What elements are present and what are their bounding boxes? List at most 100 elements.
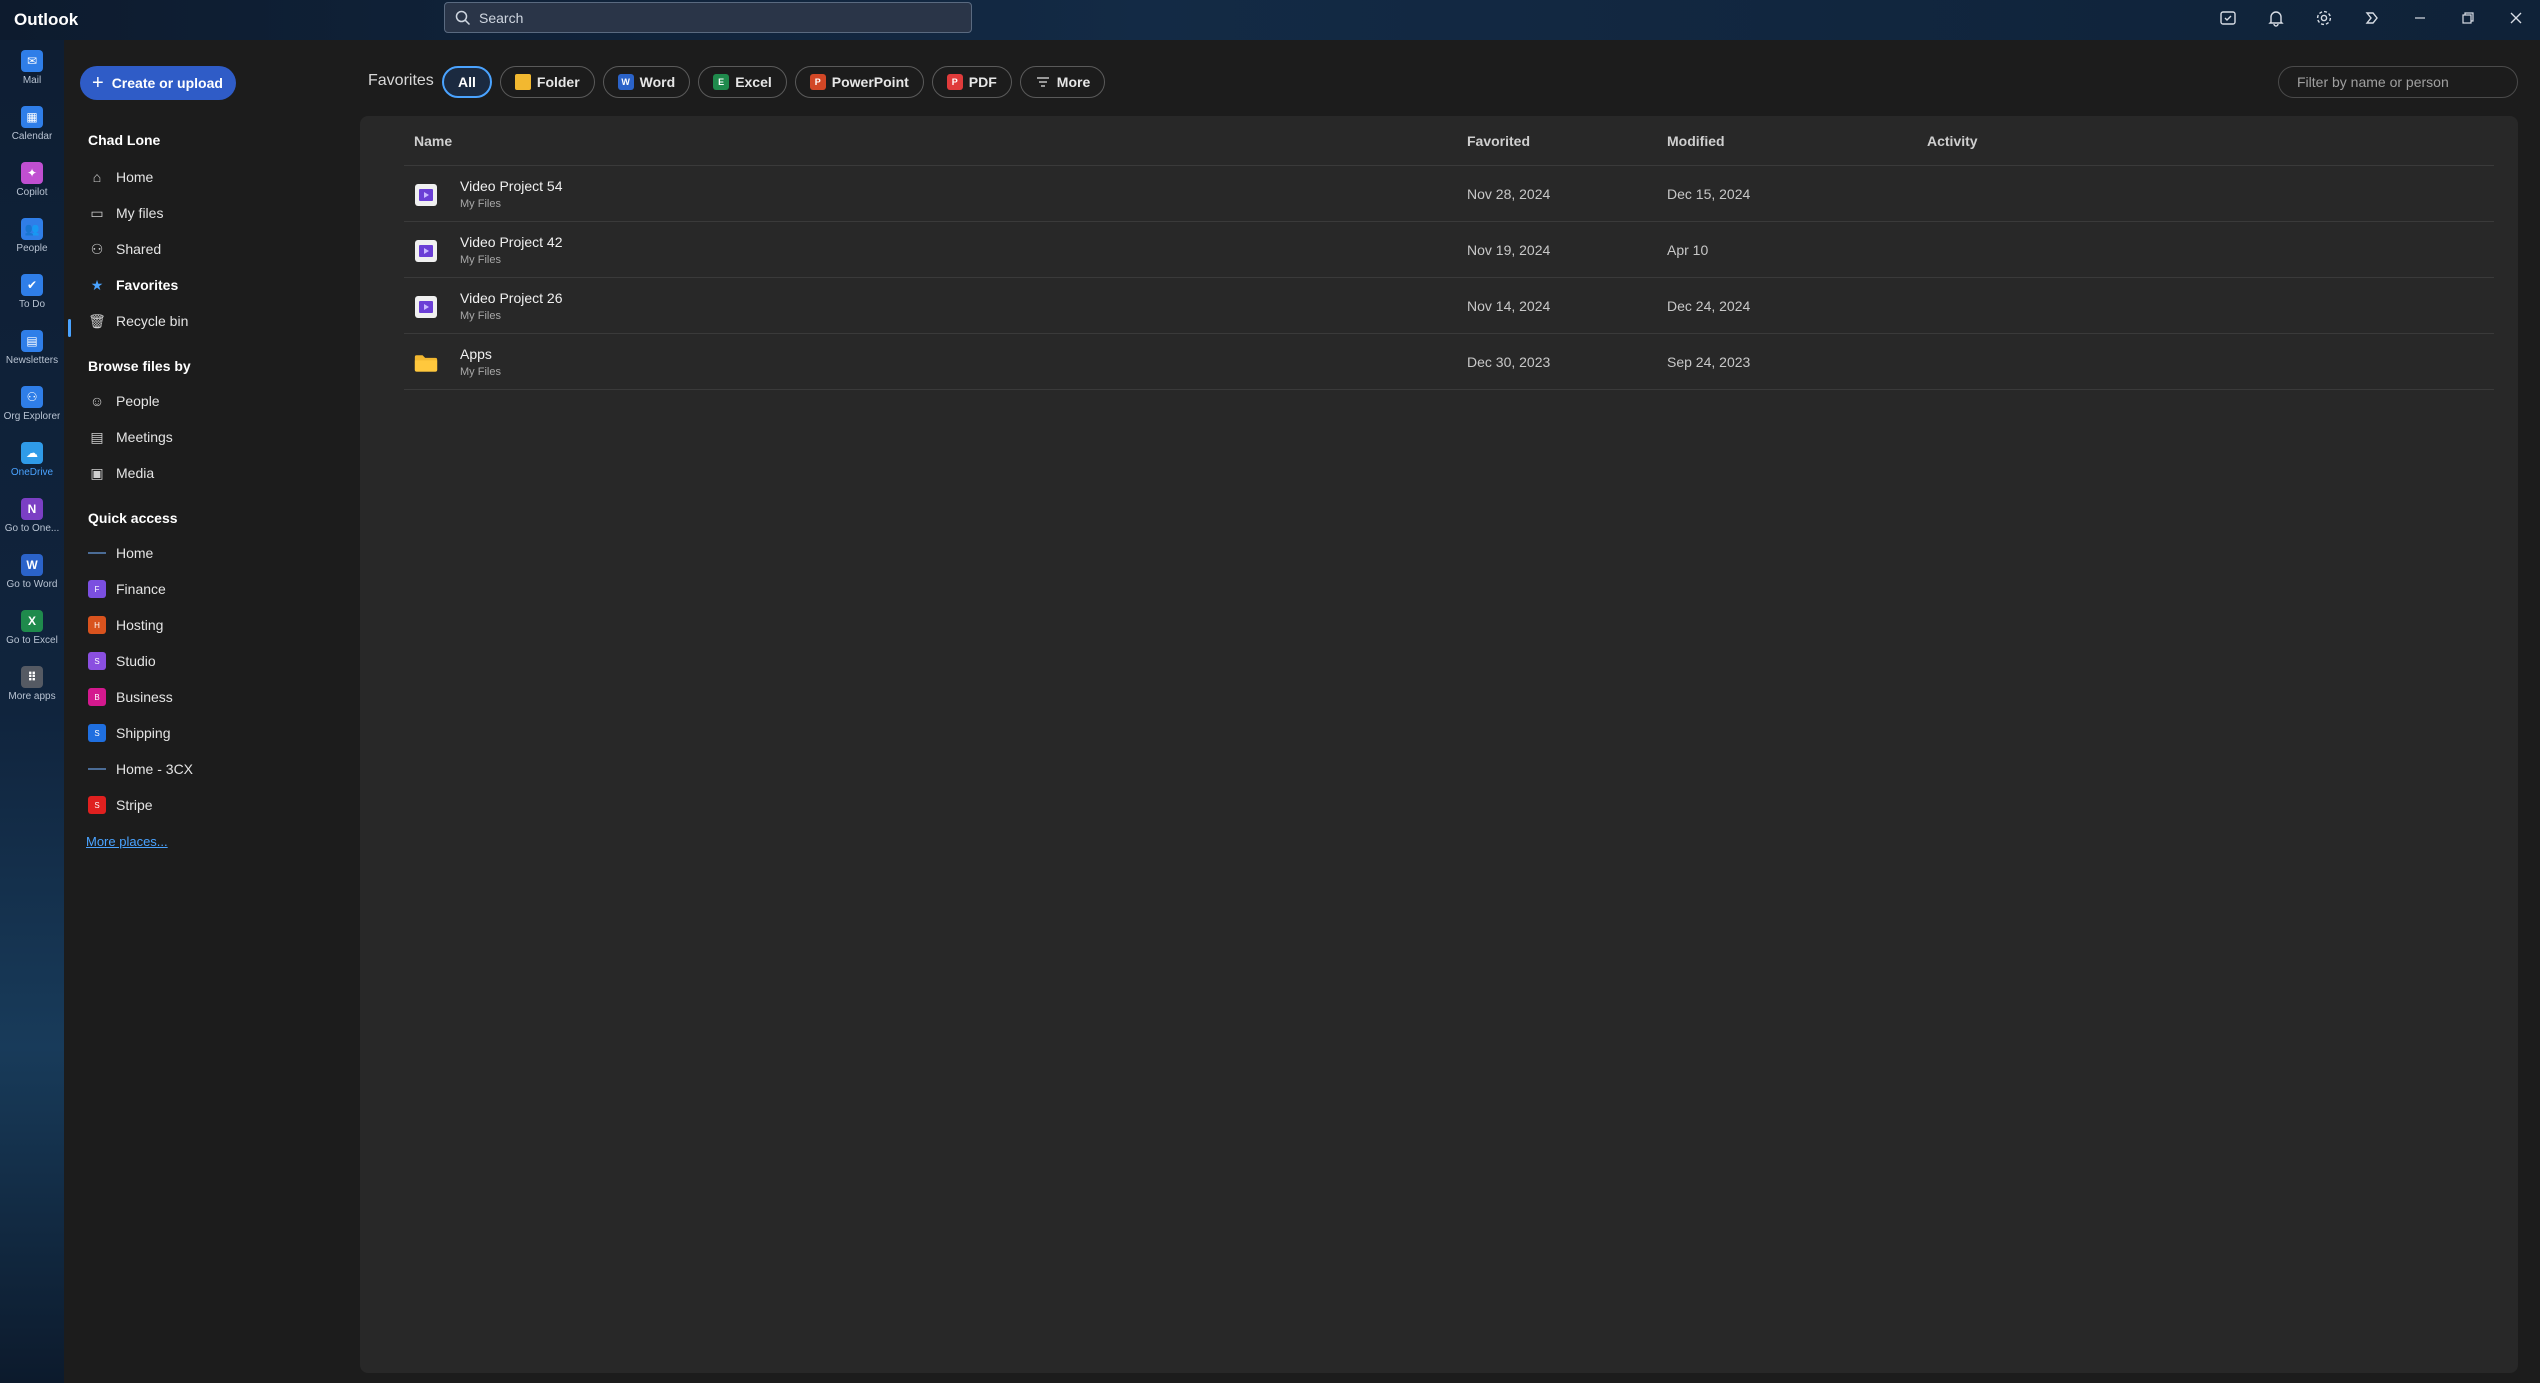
filter-chip-word[interactable]: W Word <box>602 66 691 98</box>
filter-by-name-input[interactable] <box>2278 66 2518 98</box>
nav-item-meetings[interactable]: ▤ Meetings <box>88 422 348 452</box>
table-row[interactable]: Video Project 42 My Files Nov 19, 2024 Apr … <box>404 222 2494 278</box>
site-line-icon <box>88 768 106 770</box>
filter-chip-label: Folder <box>536 74 580 90</box>
quick-access-home[interactable]: Home <box>88 538 348 568</box>
create-or-upload-button[interactable]: + Create or upload <box>80 66 236 100</box>
quick-access-business[interactable]: B Business <box>88 682 348 712</box>
rail-item-label: Calendar <box>11 131 53 142</box>
app-name: Outlook <box>14 10 79 29</box>
column-name[interactable]: Name <box>414 133 452 149</box>
quick-access-studio[interactable]: S Studio <box>88 646 348 676</box>
file-name[interactable]: Video Project 54 <box>460 178 562 194</box>
my-day-icon[interactable] <box>2204 0 2252 36</box>
filter-chip-label: Word <box>639 74 676 90</box>
close-icon[interactable] <box>2492 0 2540 36</box>
nav-item-label: People <box>116 393 160 409</box>
user-name: Chad Lone <box>88 132 161 148</box>
folder-icon: ▭ <box>90 204 104 221</box>
restore-icon[interactable] <box>2444 0 2492 36</box>
quick-access-shipping[interactable]: S Shipping <box>88 718 348 748</box>
column-favorited[interactable]: Favorited <box>1467 133 1530 149</box>
modified-date: Apr 10 <box>1667 242 1709 258</box>
more-apps-icon: ⠿ <box>21 666 43 688</box>
table-header: Name Favorited Modified Activity <box>404 116 2494 166</box>
rail-item-label: People <box>16 243 48 254</box>
filter-chip-folder[interactable]: Folder <box>499 66 595 98</box>
nav-item-home[interactable]: ⌂ Home <box>88 162 348 192</box>
titlebar-controls <box>2204 0 2540 36</box>
powerpoint-icon: P <box>809 74 826 90</box>
file-name[interactable]: Video Project 42 <box>460 234 562 250</box>
search-box[interactable]: Search <box>444 2 972 33</box>
rail-item-onedrive[interactable]: ☁ OneDrive <box>0 432 64 488</box>
filter-chip-label: More <box>1056 74 1091 90</box>
quick-access-label: Hosting <box>116 617 164 633</box>
minimize-icon[interactable] <box>2396 0 2444 36</box>
filter-icon <box>1035 74 1051 90</box>
nav-item-label: Recycle bin <box>116 313 189 329</box>
quick-access-label: Stripe <box>116 797 153 813</box>
nav-item-label: Home <box>116 169 154 185</box>
rail-item-label: Go to One... <box>4 523 60 534</box>
browse-files-title: Browse files by <box>88 358 191 374</box>
site-square-icon: S <box>88 724 106 742</box>
quick-access-label: Home <box>116 545 154 561</box>
rail-item-label: OneDrive <box>10 467 54 478</box>
nav-item-people[interactable]: ☺ People <box>88 386 348 416</box>
file-name[interactable]: Apps <box>460 346 492 362</box>
rail-item-calendar[interactable]: ▦ Calendar <box>0 96 64 152</box>
quick-access-stripe[interactable]: S Stripe <box>88 790 348 820</box>
table-row[interactable]: Apps My Files Dec 30, 2023 Sep 24, 2023 <box>404 334 2494 390</box>
rail-item-word[interactable]: W Go to Word <box>0 544 64 600</box>
nav-item-my-files[interactable]: ▭ My files <box>88 198 348 228</box>
rail-item-onenote[interactable]: N Go to One... <box>0 488 64 544</box>
file-location: My Files <box>460 310 501 322</box>
people-icon: 👥 <box>21 218 43 240</box>
site-icon: F <box>88 580 106 598</box>
column-modified[interactable]: Modified <box>1667 133 1725 149</box>
nav-item-recycle-bin[interactable]: 🗑 Recycle bin <box>88 306 348 336</box>
rail-item-people[interactable]: 👥 People <box>0 208 64 264</box>
quick-access-title: Quick access <box>88 510 178 526</box>
todo-icon: ✔ <box>21 274 43 296</box>
settings-gear-icon[interactable] <box>2300 0 2348 36</box>
nav-item-label: My files <box>116 205 164 221</box>
copilot-icon[interactable] <box>2348 0 2396 36</box>
rail-item-copilot[interactable]: ✦ Copilot <box>0 152 64 208</box>
rail-item-mail[interactable]: ✉ Mail <box>0 40 64 96</box>
rail-item-more-apps[interactable]: ⠿ More apps <box>0 656 64 712</box>
site-icon: B <box>88 688 106 706</box>
shared-icon: ⚇ <box>90 240 104 257</box>
more-places-link[interactable]: More places... <box>86 834 168 849</box>
rail-item-excel[interactable]: X Go to Excel <box>0 600 64 656</box>
filter-chip-excel[interactable]: E Excel <box>698 66 787 98</box>
meetings-icon: ▤ <box>90 428 104 445</box>
quick-access-finance[interactable]: F Finance <box>88 574 348 604</box>
filter-chip-label: PDF <box>968 74 997 90</box>
site-icon: S <box>88 724 106 742</box>
quick-access-home-3cx[interactable]: Home - 3CX <box>88 754 348 784</box>
column-activity[interactable]: Activity <box>1927 133 1978 149</box>
quick-access-hosting[interactable]: H Hosting <box>88 610 348 640</box>
rail-item-todo[interactable]: ✔ To Do <box>0 264 64 320</box>
folder-icon <box>514 74 531 90</box>
excel-icon: X <box>21 610 43 632</box>
nav-item-media[interactable]: ▣ Media <box>88 458 348 488</box>
file-name[interactable]: Video Project 26 <box>460 290 562 306</box>
rail-item-newsletters[interactable]: ▤ Newsletters <box>0 320 64 376</box>
nav-item-shared[interactable]: ⚇ Shared <box>88 234 348 264</box>
notifications-bell-icon[interactable] <box>2252 0 2300 36</box>
site-icon: S <box>88 652 106 670</box>
filter-chip-more[interactable]: More <box>1019 66 1106 98</box>
word-icon: W <box>617 74 634 90</box>
table-row[interactable]: Video Project 26 My Files Nov 14, 2024 Dec … <box>404 278 2494 334</box>
rail-item-label: Org Explorer <box>3 411 61 422</box>
rail-item-org-explorer[interactable]: ⚇ Org Explorer <box>0 376 64 432</box>
filter-chip-pdf[interactable]: P PDF <box>931 66 1012 98</box>
filter-chip-all[interactable]: All <box>442 66 492 98</box>
filter-chip-powerpoint[interactable]: P PowerPoint <box>794 66 924 98</box>
site-icon: S <box>88 796 106 814</box>
table-row[interactable]: Video Project 54 My Files Nov 28, 2024 Dec … <box>404 166 2494 222</box>
nav-item-favorites[interactable]: ★ Favorites <box>88 270 348 300</box>
